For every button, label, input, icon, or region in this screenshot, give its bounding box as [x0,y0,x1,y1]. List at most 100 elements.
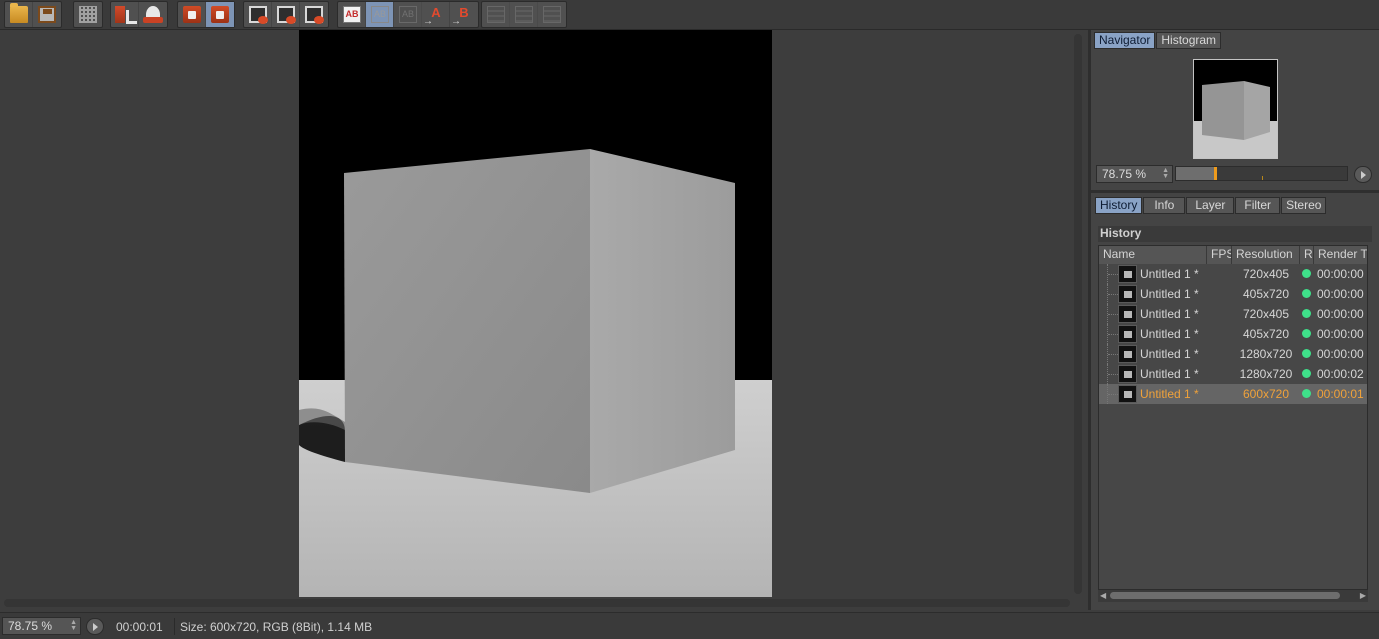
history-tabs: History Info Layer Filter Stereo [1095,197,1327,214]
view-button-1[interactable] [244,2,272,27]
stepper-icon[interactable]: ▲ ▼ [1162,167,1169,180]
tab-filter[interactable]: Filter [1235,197,1281,214]
history-row-render-time: 00:00:01 [1317,387,1364,401]
history-row-name: Untitled 1 * [1140,327,1199,341]
open-button[interactable] [5,2,33,27]
download-button[interactable] [111,2,139,27]
history-row[interactable]: Untitled 1 * 1280x720 00:00:02 [1099,364,1367,384]
history-scrollbar-thumb[interactable] [1110,592,1340,599]
render-thumbnail-icon [1118,365,1137,383]
column-fps[interactable]: FPS [1207,246,1232,264]
navigator-tabs: Navigator Histogram [1094,32,1222,49]
history-row-resolution: 1280x720 [1239,367,1293,381]
status-dot-icon [1302,369,1311,378]
compare-1-button[interactable] [482,2,510,27]
toolbar-ab-group: AB AB AB A B [337,1,479,30]
status-dot-icon [1302,269,1311,278]
grid-button[interactable] [74,2,102,27]
column-render-time[interactable]: Render Ti [1314,246,1367,264]
status-dot-icon [1302,309,1311,318]
history-row-resolution: 720x405 [1242,267,1290,281]
ab-disabled-icon: AB [399,6,417,23]
open-icon [10,3,28,23]
navigator-zoom-slider[interactable] [1175,166,1348,181]
history-row-render-time: 00:00:00 [1317,347,1364,361]
view-icon [249,6,268,24]
compare-2-button[interactable] [510,2,538,27]
toolbar-clip-group [177,1,235,28]
render-thumbnail-icon [1118,305,1137,323]
history-row[interactable]: Untitled 1 * 720x405 00:00:00 [1099,304,1367,324]
ab-split-button[interactable]: AB [366,2,394,27]
user-button[interactable] [139,2,167,27]
tab-info[interactable]: Info [1143,197,1186,214]
tab-history[interactable]: History [1095,197,1143,214]
history-row-resolution: 1280x720 [1239,347,1293,361]
history-row-name: Untitled 1 * [1140,387,1199,401]
zoom-slider-handle[interactable] [1214,167,1217,180]
history-row-resolution: 720x405 [1242,307,1290,321]
ab-disabled-button[interactable]: AB [394,2,422,27]
history-horizontal-scrollbar[interactable]: ◀ ▶ [1098,590,1368,602]
viewport-horizontal-scrollbar[interactable] [4,599,1070,607]
clip-active-button[interactable] [206,2,234,27]
history-row-render-time: 00:00:00 [1317,307,1364,321]
render-viewport[interactable] [0,30,1086,610]
viewport-vertical-scrollbar[interactable] [1074,34,1082,594]
column-r[interactable]: R [1300,246,1314,264]
compare-3-icon [543,6,561,23]
toolbar-compare-group [481,1,567,28]
set-b-button[interactable]: B [450,2,478,30]
render-thumbnail-icon [1118,265,1137,283]
user-icon [143,6,163,23]
history-row[interactable]: Untitled 1 * 405x720 00:00:00 [1099,324,1367,344]
history-row-render-time: 00:00:02 [1317,367,1364,381]
panel-separator[interactable] [1091,190,1379,193]
right-panel: Navigator Histogram 78.75 % ▲ ▼ History I… [1091,30,1379,610]
save-button[interactable] [33,2,61,27]
compare-3-button[interactable] [538,2,566,27]
ab-split-icon: AB [371,6,389,23]
scroll-right-icon[interactable]: ▶ [1360,591,1366,600]
status-separator [174,618,175,635]
grid-icon [79,6,97,23]
set-a-button[interactable]: A [422,2,450,30]
tab-histogram[interactable]: Histogram [1156,32,1222,49]
navigator-zoom-field[interactable]: 78.75 % ▲ ▼ [1096,165,1173,183]
zoom-slider-fill [1176,167,1214,180]
view-button-2[interactable] [272,2,300,27]
scroll-left-icon[interactable]: ◀ [1100,591,1106,600]
navigator-play-button[interactable] [1354,166,1372,183]
history-row[interactable]: Untitled 1 * 600x720 00:00:01 [1099,384,1367,404]
clip-button[interactable] [178,2,206,27]
download-icon [115,6,137,24]
history-row[interactable]: Untitled 1 * 1280x720 00:00:00 [1099,344,1367,364]
view-cam-button[interactable] [300,2,328,27]
compare-2-icon [515,6,533,23]
history-row-name: Untitled 1 * [1140,267,1199,281]
status-play-button[interactable] [86,618,104,635]
history-row-name: Untitled 1 * [1140,367,1199,381]
tab-navigator[interactable]: Navigator [1094,32,1156,49]
navigator-thumbnail[interactable] [1193,59,1278,159]
compare-1-icon [487,6,505,23]
history-row[interactable]: Untitled 1 * 720x405 00:00:00 [1099,264,1367,284]
column-name[interactable]: Name [1099,246,1207,264]
clip-active-icon [211,6,229,23]
picture-viewer-window: AB AB AB A B [0,0,1379,639]
history-row-render-time: 00:00:00 [1317,267,1364,281]
status-zoom-field[interactable]: 78.75 % ▲ ▼ [2,617,81,635]
stepper-icon[interactable]: ▲ ▼ [70,619,77,632]
status-dot-icon [1302,289,1311,298]
set-a-icon: A [423,6,445,30]
status-dot-icon [1302,349,1311,358]
history-row-render-time: 00:00:00 [1317,327,1364,341]
column-resolution[interactable]: Resolution [1232,246,1300,264]
history-row-render-time: 00:00:00 [1317,287,1364,301]
tab-stereo[interactable]: Stereo [1281,197,1327,214]
ab-compare-icon: AB [343,6,361,23]
navigator-zoom-value: 78.75 % [1102,167,1147,181]
tab-layer[interactable]: Layer [1186,197,1235,214]
history-row[interactable]: Untitled 1 * 405x720 00:00:00 [1099,284,1367,304]
ab-compare-button[interactable]: AB [338,2,366,27]
